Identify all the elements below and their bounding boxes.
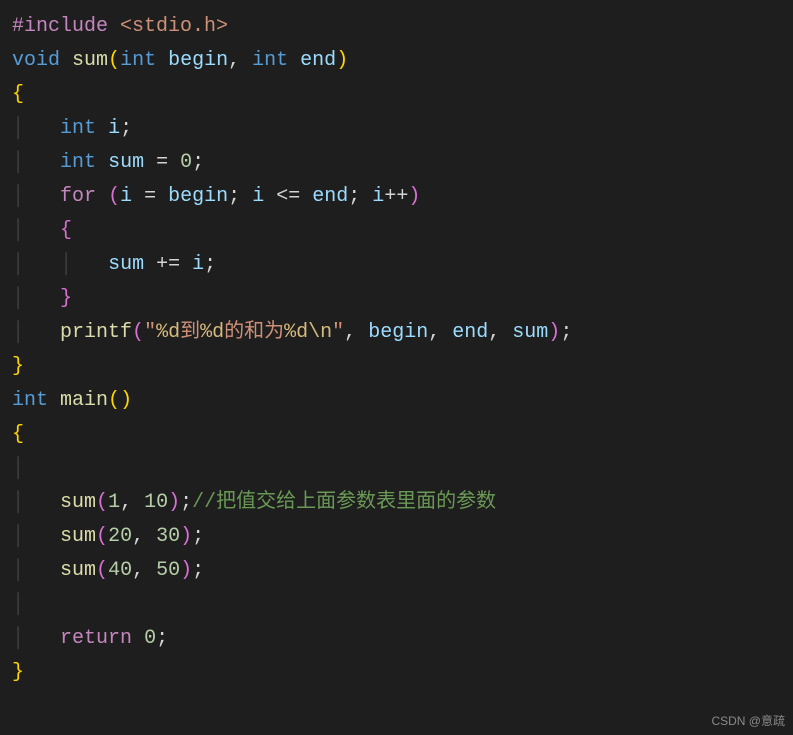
var-i: i [372,185,384,208]
kw-return: return [60,627,132,650]
var-begin: begin [368,321,428,344]
str-close: " [332,321,344,344]
paren-open: ( [132,321,144,344]
pp-include: #include [12,15,108,38]
param-begin: begin [168,49,228,72]
comment: //把值交给上面参数表里面的参数 [192,491,496,514]
kw-int: int [12,389,48,412]
var-i: i [192,253,204,276]
var-i: i [252,185,264,208]
esc-d: %d [200,321,224,344]
var-end: end [312,185,348,208]
kw-int: int [60,117,96,140]
param-end: end [300,49,336,72]
paren-open: ( [96,559,108,582]
code-block: #include <stdio.h> void sum(int begin, i… [0,0,793,700]
paren-close: ) [180,559,192,582]
fn-sum-call: sum [60,559,96,582]
str-p1: 到 [180,321,200,344]
watermark: CSDN @意疏 [711,711,785,731]
var-sum: sum [108,151,144,174]
paren-open: ( [96,525,108,548]
esc-d: %d [156,321,180,344]
fn-main: main [60,389,108,412]
num-1: 1 [108,491,120,514]
pp-header: <stdio.h> [120,15,228,38]
paren-close: ) [336,49,348,72]
kw-void: void [12,49,60,72]
var-begin: begin [168,185,228,208]
brace-close: } [60,287,72,310]
fn-printf: printf [60,321,132,344]
num-50: 50 [156,559,180,582]
kw-int: int [60,151,96,174]
brace-close: } [12,355,24,378]
num-zero: 0 [180,151,192,174]
esc-n: \n [308,321,332,344]
var-i: i [120,185,132,208]
fn-sum-decl: sum [72,49,108,72]
paren-open: ( [108,49,120,72]
paren-open: ( [96,491,108,514]
num-zero: 0 [144,627,156,650]
str-open: " [144,321,156,344]
kw-int: int [252,49,288,72]
paren-close: ) [180,525,192,548]
brace-close: } [12,661,24,684]
paren-close: ) [548,321,560,344]
num-40: 40 [108,559,132,582]
brace-open: { [12,83,24,106]
fn-sum-call: sum [60,525,96,548]
fn-sum-call: sum [60,491,96,514]
str-p2: 的和为 [224,321,284,344]
esc-d: %d [284,321,308,344]
var-sum: sum [512,321,548,344]
paren-open: ( [108,185,120,208]
paren-close: ) [120,389,132,412]
kw-for: for [60,185,96,208]
paren-close: ) [408,185,420,208]
var-sum: sum [108,253,144,276]
kw-int: int [120,49,156,72]
brace-open: { [60,219,72,242]
paren-close: ) [168,491,180,514]
num-30: 30 [156,525,180,548]
num-20: 20 [108,525,132,548]
var-i: i [108,117,120,140]
paren-open: ( [108,389,120,412]
var-end: end [452,321,488,344]
num-10: 10 [144,491,168,514]
brace-open: { [12,423,24,446]
